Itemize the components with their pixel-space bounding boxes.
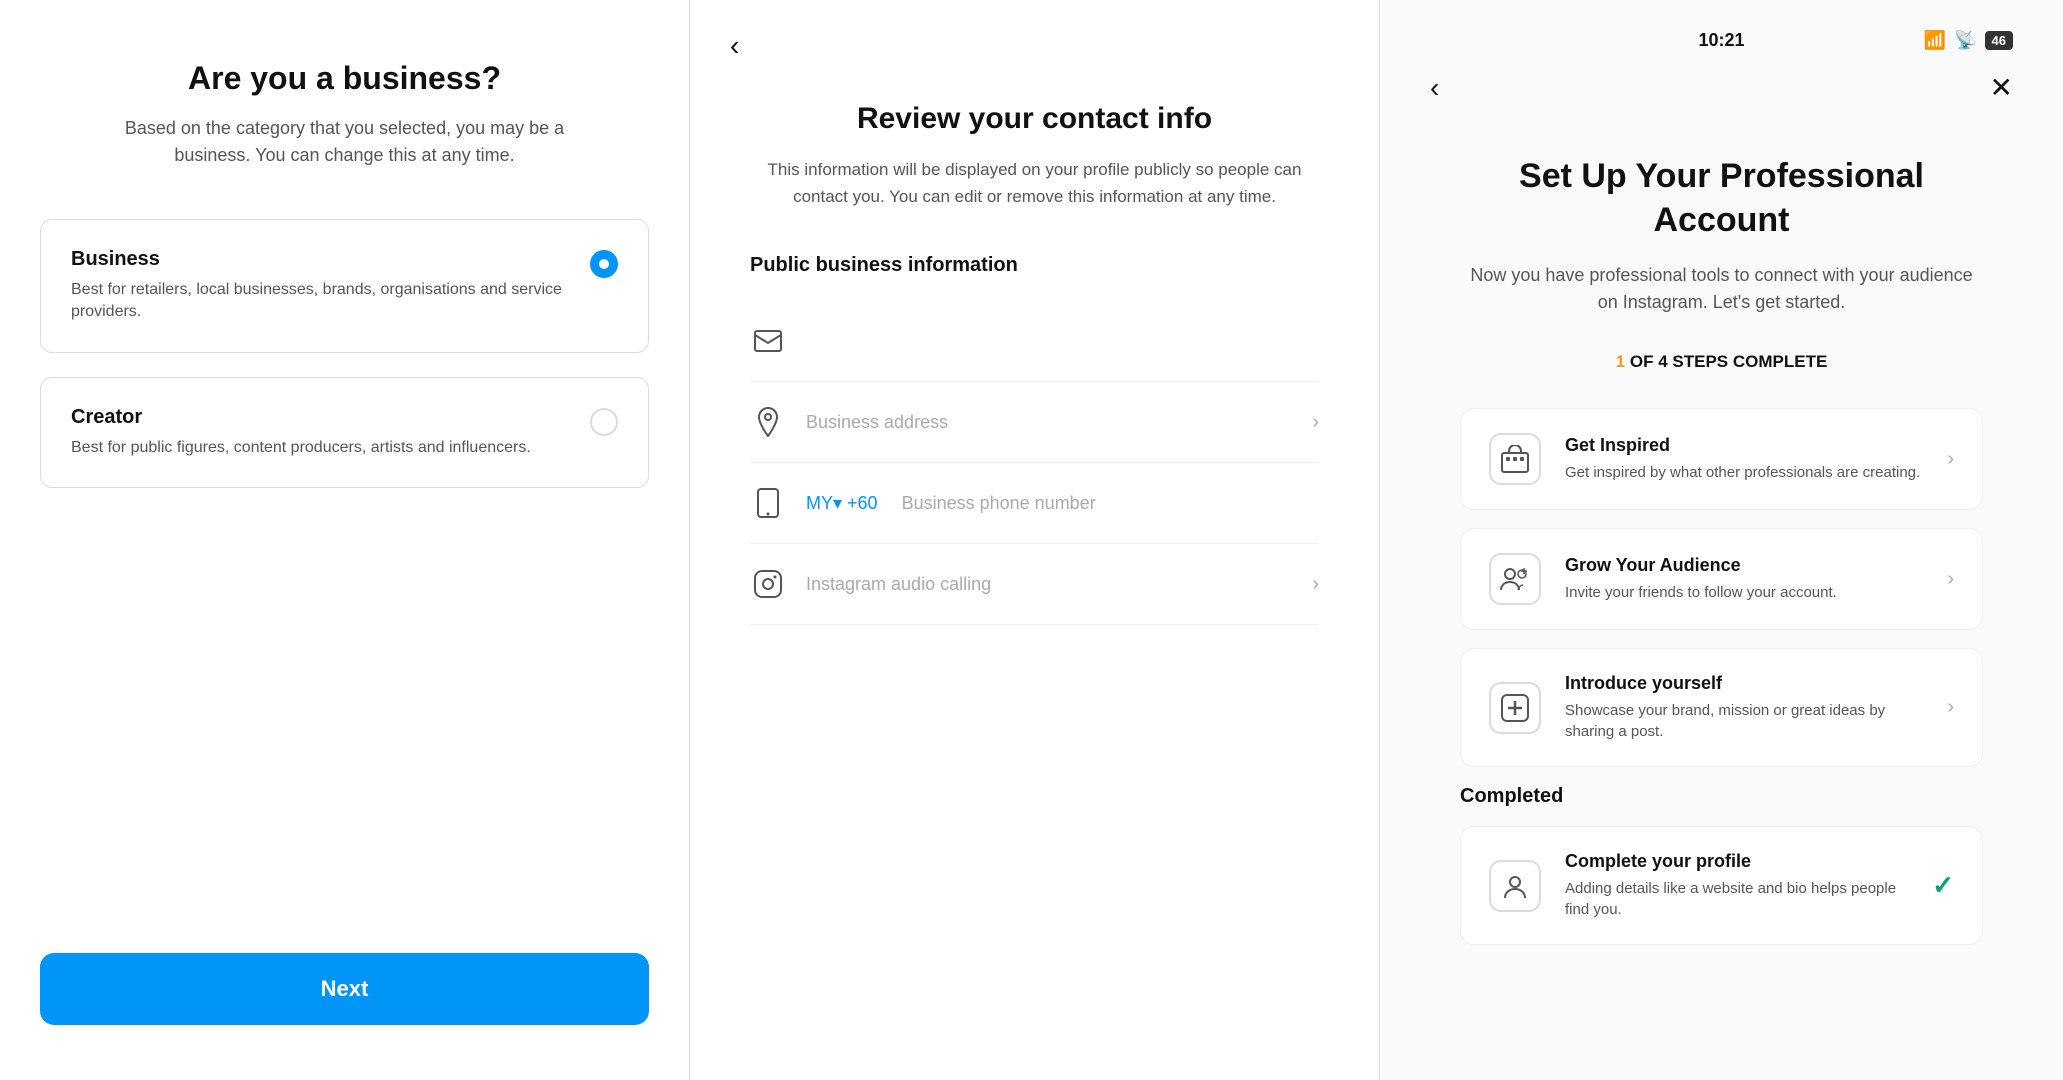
grow-audience-icon: [1489, 553, 1541, 605]
panel2-subtitle: This information will be displayed on yo…: [750, 156, 1319, 210]
introduce-chevron: ›: [1947, 696, 1954, 719]
panel3-title: Set Up Your Professional Account: [1460, 154, 1983, 242]
complete-profile-desc: Adding details like a website and bio he…: [1565, 878, 1908, 920]
status-bar-content: 10:21: [1624, 30, 1818, 51]
status-bar: 10:21 📶 📡 46: [1380, 0, 2063, 51]
get-inspired-desc: Get inspired by what other professionals…: [1565, 462, 1923, 483]
panel3-back-button[interactable]: ‹: [1430, 72, 1439, 104]
business-option-title: Business: [71, 248, 570, 271]
complete-profile-content: Complete your profile Adding details lik…: [1565, 851, 1908, 920]
phone-icon: [750, 485, 786, 521]
instagram-icon: [750, 566, 786, 602]
panel-contact-info: ‹ Review your contact info This informat…: [690, 0, 1380, 1080]
back-button[interactable]: ‹: [690, 0, 779, 62]
business-option-card[interactable]: Business Best for retailers, local busin…: [40, 219, 649, 353]
wifi-icon: 📡: [1954, 30, 1976, 51]
introduce-icon: [1489, 682, 1541, 734]
business-option-desc: Best for retailers, local businesses, br…: [71, 279, 570, 324]
phone-row[interactable]: MY▾ +60 Business phone number: [750, 463, 1319, 544]
location-icon: [750, 404, 786, 440]
complete-profile-title: Complete your profile: [1565, 851, 1908, 872]
grow-audience-title: Grow Your Audience: [1565, 555, 1923, 576]
email-icon: [750, 323, 786, 359]
audio-placeholder: Instagram audio calling: [806, 574, 1292, 595]
business-option-content: Business Best for retailers, local busin…: [71, 248, 570, 324]
get-inspired-content: Get Inspired Get inspired by what other …: [1565, 435, 1923, 483]
creator-radio[interactable]: [590, 408, 618, 436]
grow-audience-chevron: ›: [1947, 568, 1954, 591]
creator-option-desc: Best for public figures, content produce…: [71, 437, 570, 459]
steps-current: 1: [1616, 352, 1625, 371]
steps-suffix: STEPS COMPLETE: [1672, 352, 1827, 371]
panel2-title: Review your contact info: [750, 102, 1319, 136]
grow-audience-content: Grow Your Audience Invite your friends t…: [1565, 555, 1923, 603]
signal-icon: 📶: [1924, 30, 1946, 51]
creator-option-title: Creator: [71, 406, 570, 429]
phone-placeholder: Business phone number: [902, 493, 1319, 514]
get-inspired-title: Get Inspired: [1565, 435, 1923, 456]
address-chevron: ›: [1312, 411, 1319, 434]
email-row[interactable]: [750, 301, 1319, 382]
panel-professional-setup: 10:21 📶 📡 46 ‹ ✕ Set Up Your Professiona…: [1380, 0, 2063, 1080]
section-label: Public business information: [750, 254, 1319, 277]
next-button[interactable]: Next: [40, 953, 649, 1025]
introduce-title: Introduce yourself: [1565, 673, 1923, 694]
panel3-close-button[interactable]: ✕: [1990, 71, 2013, 104]
completed-label: Completed: [1460, 785, 1983, 808]
steps-of: OF: [1630, 352, 1658, 371]
complete-profile-checkmark: ✓: [1932, 870, 1954, 901]
steps-total: 4: [1658, 352, 1667, 371]
phone-country-selector[interactable]: MY▾ +60: [806, 493, 878, 514]
panel3-body: Set Up Your Professional Account Now you…: [1380, 104, 2063, 963]
introduce-desc: Showcase your brand, mission or great id…: [1565, 700, 1923, 742]
complete-profile-icon: [1489, 860, 1541, 912]
panel3-subtitle: Now you have professional tools to conne…: [1460, 262, 1983, 316]
step-get-inspired[interactable]: Get Inspired Get inspired by what other …: [1460, 408, 1983, 510]
address-row[interactable]: Business address ›: [750, 382, 1319, 463]
step-introduce[interactable]: Introduce yourself Showcase your brand, …: [1460, 648, 1983, 767]
time-display: 10:21: [1698, 30, 1744, 51]
grow-audience-desc: Invite your friends to follow your accou…: [1565, 582, 1923, 603]
get-inspired-icon: [1489, 433, 1541, 485]
panel3-nav: ‹ ✕: [1380, 51, 2063, 104]
battery-badge: 46: [1985, 31, 2013, 50]
get-inspired-chevron: ›: [1947, 448, 1954, 471]
panel2-body: Review your contact info This informatio…: [690, 62, 1379, 625]
step-grow-audience[interactable]: Grow Your Audience Invite your friends t…: [1460, 528, 1983, 630]
business-radio[interactable]: [590, 250, 618, 278]
step-complete-profile[interactable]: Complete your profile Adding details lik…: [1460, 826, 1983, 945]
steps-progress: 1 OF 4 STEPS COMPLETE: [1460, 352, 1983, 372]
panel1-subtitle: Based on the category that you selected,…: [115, 115, 575, 169]
panel-business-type: Are you a business? Based on the categor…: [0, 0, 690, 1080]
address-placeholder: Business address: [806, 412, 1292, 433]
creator-option-card[interactable]: Creator Best for public figures, content…: [40, 377, 649, 488]
audio-chevron: ›: [1312, 573, 1319, 596]
panel1-title: Are you a business?: [188, 60, 501, 97]
audio-calling-row[interactable]: Instagram audio calling ›: [750, 544, 1319, 625]
introduce-content: Introduce yourself Showcase your brand, …: [1565, 673, 1923, 742]
creator-option-content: Creator Best for public figures, content…: [71, 406, 570, 459]
